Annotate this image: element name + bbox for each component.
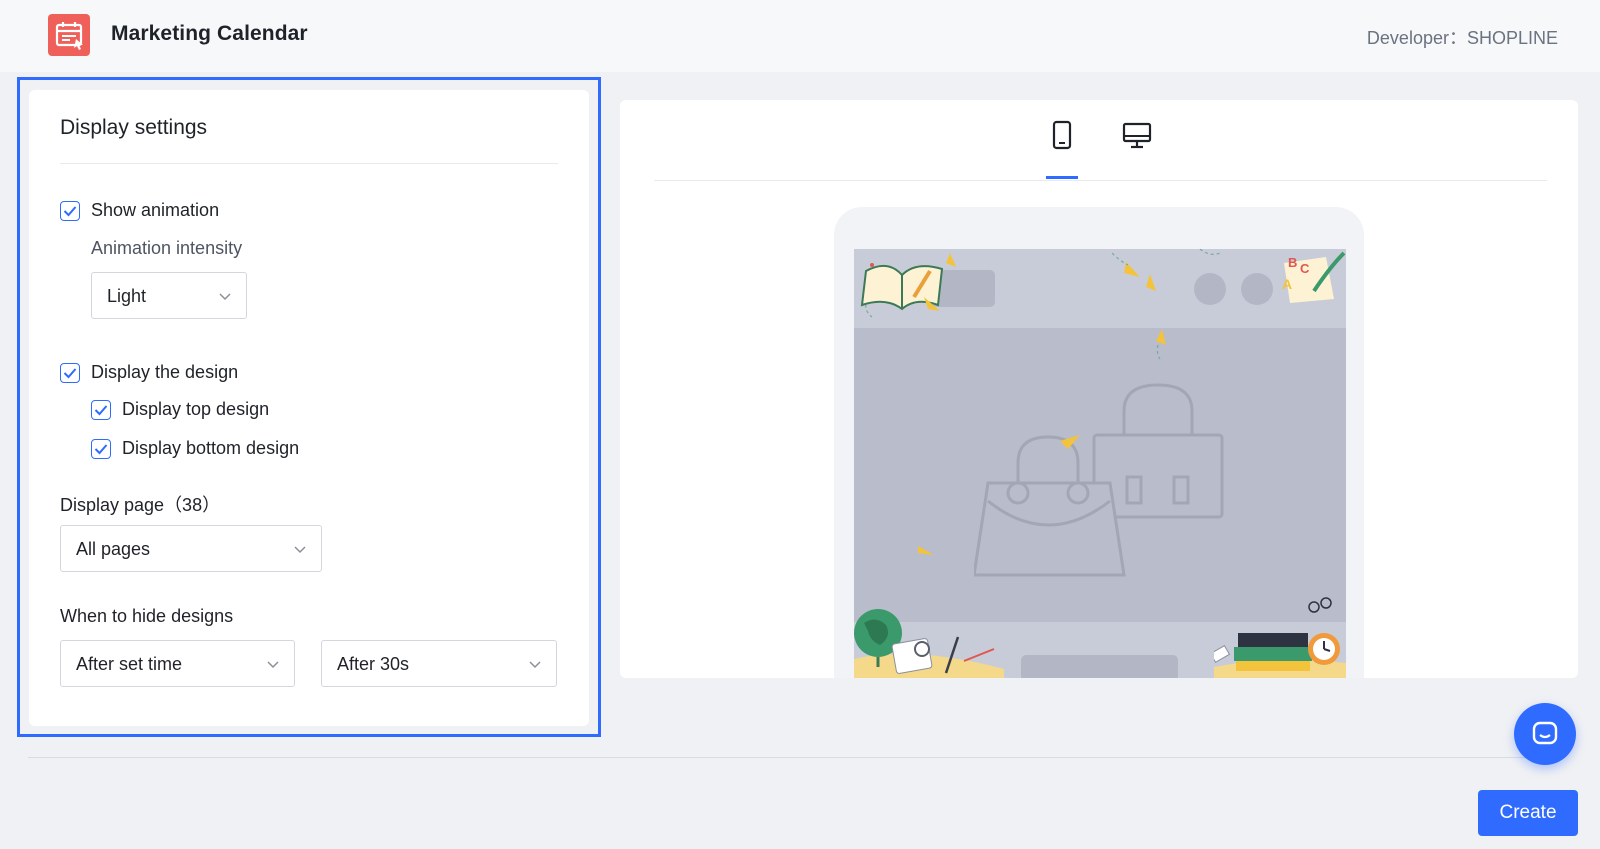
- preview-screen: B C A: [854, 249, 1346, 678]
- display-page-label: Display page（38）: [60, 495, 221, 515]
- show-animation-checkbox[interactable]: [60, 201, 80, 221]
- check-icon: [63, 368, 77, 379]
- animation-intensity-value: Light: [107, 286, 147, 306]
- screen-button-placeholder: [1021, 655, 1178, 678]
- display-page-select[interactable]: All pages: [60, 525, 322, 572]
- chevron-down-icon: [267, 661, 279, 669]
- preview-divider: [654, 180, 1547, 181]
- app-header: Marketing Calendar Developer：SHOPLINE: [0, 0, 1600, 72]
- preview-panel: B C A: [620, 100, 1578, 678]
- app-title: Marketing Calendar: [111, 22, 308, 45]
- desktop-icon[interactable]: [1122, 122, 1152, 150]
- hide-time-select[interactable]: After 30s: [321, 640, 557, 687]
- display-design-label[interactable]: Display the design: [91, 362, 238, 383]
- chevron-down-icon: [219, 293, 231, 301]
- show-animation-label[interactable]: Show animation: [91, 200, 219, 221]
- hide-time-value: After 30s: [337, 654, 410, 674]
- abc-paper-illustration: B C A: [1282, 251, 1346, 303]
- chat-icon[interactable]: [1514, 703, 1576, 765]
- svg-text:B: B: [1288, 255, 1297, 270]
- create-button[interactable]: Create: [1478, 790, 1578, 836]
- tab-active-indicator: [1046, 176, 1078, 179]
- animation-intensity-label: Animation intensity: [91, 238, 243, 258]
- display-bottom-design-label[interactable]: Display bottom design: [122, 438, 299, 459]
- footer-divider: [28, 757, 1536, 758]
- panel-title: Display settings: [60, 116, 208, 139]
- check-icon: [94, 405, 108, 416]
- hide-mode-value: After set time: [76, 654, 183, 674]
- divider: [60, 163, 558, 164]
- mobile-icon[interactable]: [1052, 120, 1072, 150]
- developer-label: Developer：SHOPLINE: [1366, 28, 1558, 48]
- animation-intensity-select[interactable]: Light: [91, 272, 247, 319]
- display-top-design-label[interactable]: Display top design: [122, 399, 269, 420]
- display-top-design-checkbox[interactable]: [91, 400, 111, 420]
- display-bottom-design-checkbox[interactable]: [91, 439, 111, 459]
- chevron-down-icon: [294, 546, 306, 554]
- svg-text:A: A: [1282, 276, 1292, 292]
- globe-illustration: [854, 609, 1004, 678]
- display-page-value: All pages: [76, 539, 151, 559]
- hide-mode-select[interactable]: After set time: [60, 640, 295, 687]
- chevron-down-icon: [529, 661, 541, 669]
- check-icon: [94, 444, 108, 455]
- books-clock-illustration: [1214, 597, 1346, 678]
- calendar-icon: [48, 14, 90, 56]
- check-icon: [63, 206, 77, 217]
- svg-text:C: C: [1300, 261, 1310, 276]
- display-settings-panel: Display settings Show animation Animatio…: [29, 90, 589, 726]
- display-design-checkbox[interactable]: [60, 363, 80, 383]
- hide-designs-label: When to hide designs: [60, 606, 234, 626]
- book-illustration: [860, 263, 944, 311]
